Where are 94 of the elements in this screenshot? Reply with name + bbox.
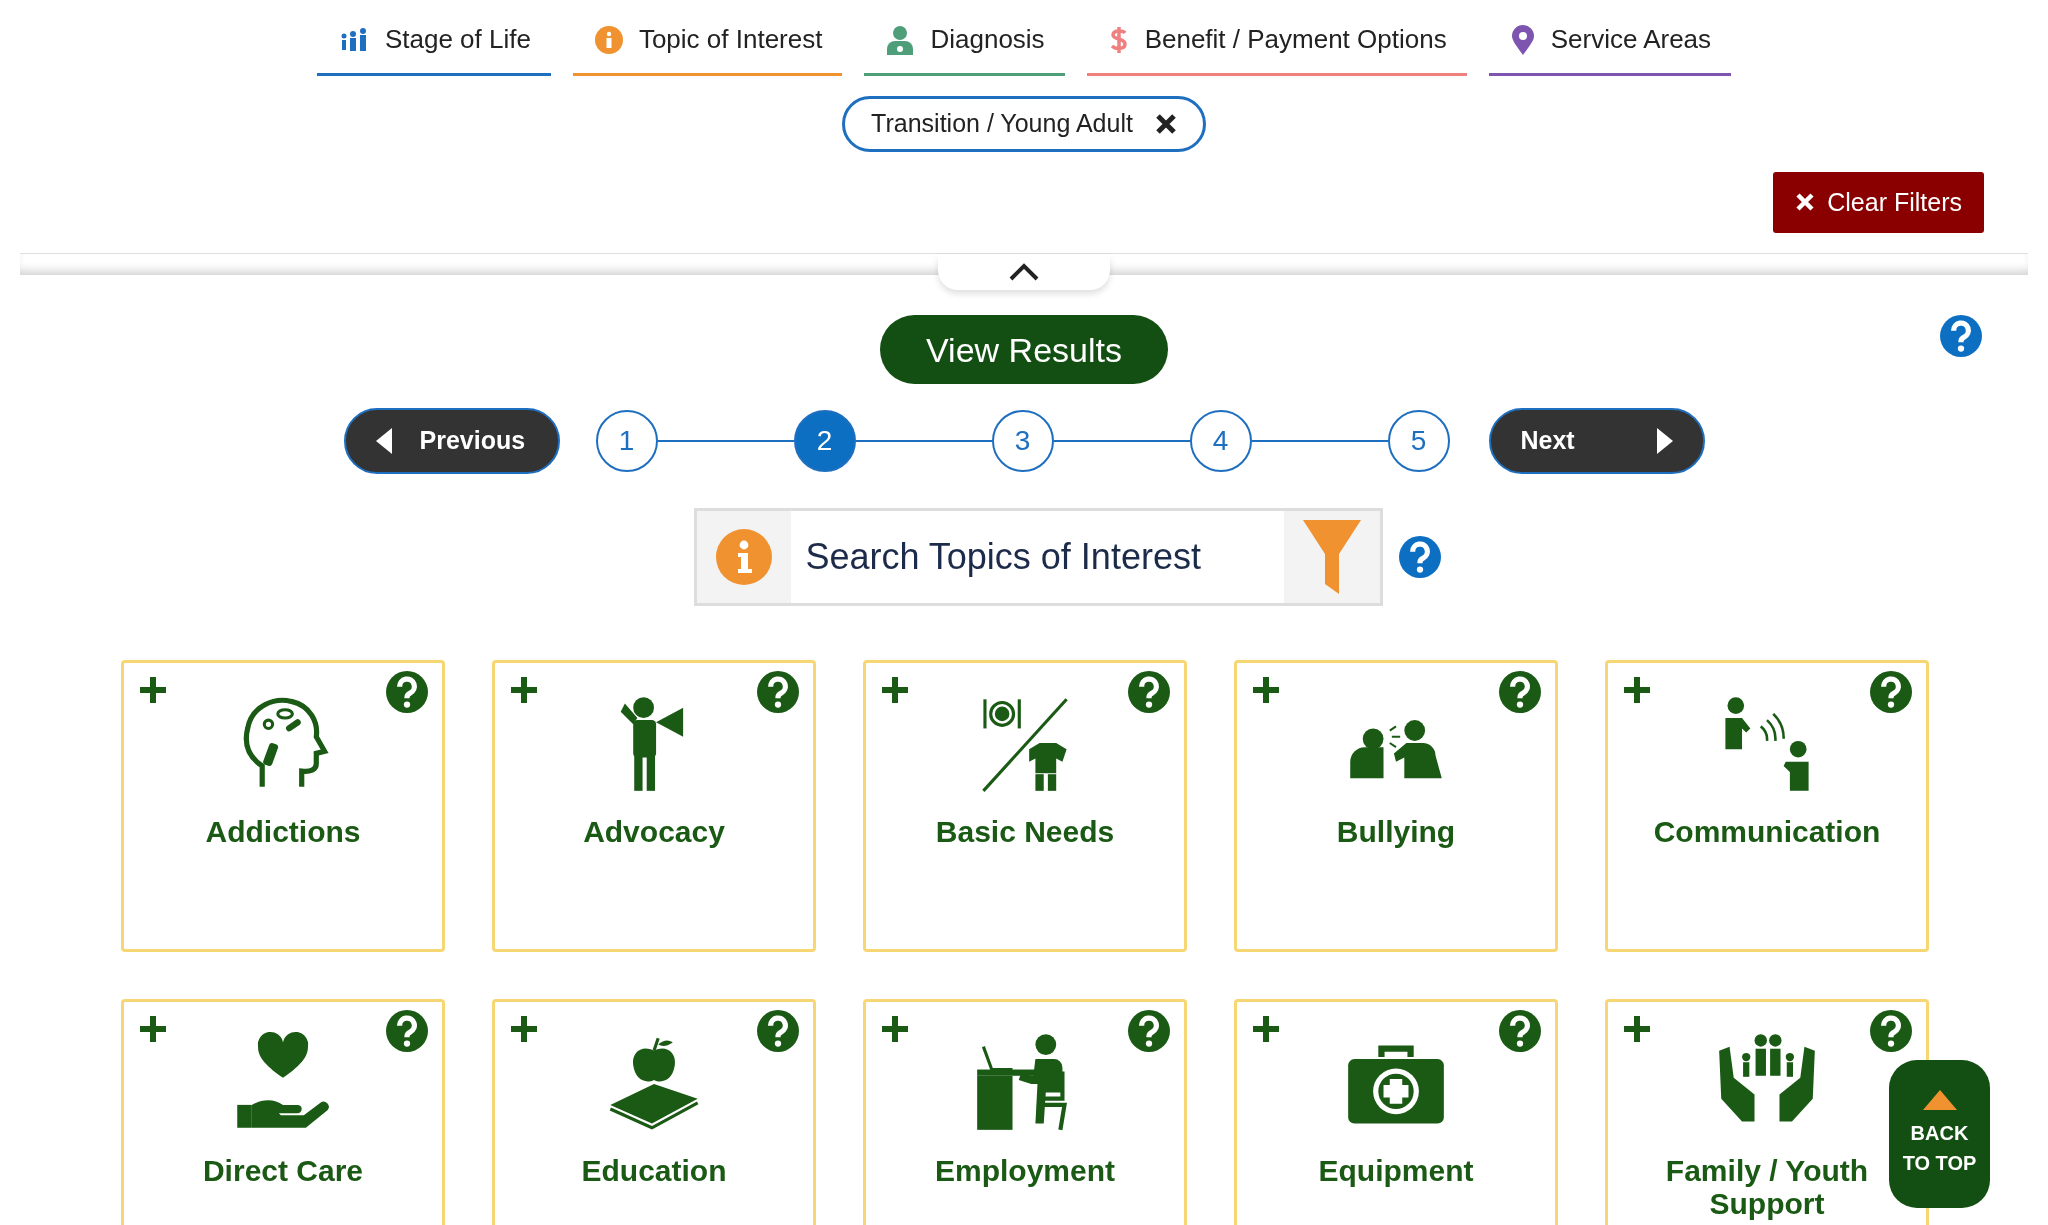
topic-title: Direct Care	[202, 1154, 364, 1187]
plus-icon	[509, 675, 539, 705]
help-icon	[1499, 671, 1541, 713]
help-button[interactable]	[1128, 1010, 1170, 1052]
collapse-button[interactable]	[938, 254, 1110, 290]
plus-icon	[138, 675, 168, 705]
topic-title: Employment	[935, 1154, 1115, 1187]
help-icon	[1870, 671, 1912, 713]
help-button[interactable]	[1128, 671, 1170, 713]
help-button[interactable]	[1870, 671, 1912, 713]
topic-card[interactable]: Bullying	[1234, 660, 1558, 952]
add-button[interactable]	[509, 1014, 539, 1044]
add-button[interactable]	[1622, 1014, 1652, 1044]
add-button[interactable]	[138, 675, 168, 705]
help-icon	[1940, 315, 1982, 357]
add-button[interactable]	[880, 675, 910, 705]
plus-icon	[1622, 675, 1652, 705]
plus-icon	[1622, 1014, 1652, 1044]
topic-title: Addictions	[205, 815, 361, 848]
help-icon	[386, 1010, 428, 1052]
add-button[interactable]	[138, 1014, 168, 1044]
help-button[interactable]	[1398, 536, 1441, 578]
plus-icon	[1251, 1014, 1281, 1044]
topic-card[interactable]: Direct Care	[121, 999, 445, 1225]
help-icon	[1499, 1010, 1541, 1052]
filter-tab[interactable]: Topic of Interest	[572, 20, 843, 76]
help-button[interactable]	[1499, 1010, 1541, 1052]
caret-left-icon	[375, 428, 392, 454]
help-button[interactable]	[1870, 1010, 1912, 1052]
caret-right-icon	[1656, 428, 1673, 454]
topic-card[interactable]: Employment	[863, 999, 1187, 1225]
topic-title: Basic Needs	[935, 815, 1115, 848]
topic-title: Advocacy	[583, 815, 725, 848]
topic-card[interactable]: Addictions	[121, 660, 445, 952]
filter-tab[interactable]: Stage of Life	[316, 20, 551, 76]
search-field[interactable]: Search Topics of Interest	[693, 508, 1383, 606]
help-icon	[757, 671, 799, 713]
step-button[interactable]: 1	[595, 410, 658, 472]
filter-tab[interactable]: Diagnosis	[864, 20, 1065, 76]
back-to-top-button[interactable]: BACK TO TOP	[1889, 1060, 1990, 1208]
topic-card[interactable]: Communication	[1605, 660, 1929, 952]
help-icon	[757, 1010, 799, 1052]
add-button[interactable]	[880, 1014, 910, 1044]
close-icon	[1154, 112, 1177, 135]
topic-title: Communication	[1653, 815, 1881, 848]
plus-icon	[509, 1014, 539, 1044]
topic-title: Equipment	[1318, 1154, 1474, 1187]
topic-title: Bullying	[1336, 815, 1456, 848]
help-button[interactable]	[1940, 315, 1982, 357]
plus-icon	[1251, 675, 1281, 705]
help-button[interactable]	[757, 1010, 799, 1052]
help-icon	[1870, 1010, 1912, 1052]
step-button[interactable]: 4	[1189, 410, 1252, 472]
info-icon	[715, 529, 772, 585]
help-icon	[1398, 536, 1441, 578]
topic-card[interactable]: Advocacy	[492, 660, 816, 952]
filter-tab[interactable]: Service Areas	[1488, 20, 1732, 76]
plus-icon	[138, 1014, 168, 1044]
chevron-up-icon	[1008, 262, 1040, 282]
topic-title: Education	[581, 1154, 727, 1187]
add-button[interactable]	[1622, 675, 1652, 705]
topic-card[interactable]: Education	[492, 999, 816, 1225]
help-button[interactable]	[1499, 671, 1541, 713]
funnel-icon	[1302, 520, 1361, 594]
help-icon	[1128, 1010, 1170, 1052]
clear-filters-button[interactable]: Clear Filters	[1773, 171, 1984, 233]
help-button[interactable]	[386, 1010, 428, 1052]
plus-icon	[880, 675, 910, 705]
close-icon	[1795, 192, 1816, 213]
dollar-icon	[1108, 24, 1129, 55]
help-icon	[386, 671, 428, 713]
view-results-button[interactable]: View Results	[880, 315, 1168, 384]
plus-icon	[880, 1014, 910, 1044]
topic-title: Family / Youth Support	[1664, 1154, 1870, 1220]
help-button[interactable]	[757, 671, 799, 713]
step-button[interactable]: 3	[991, 410, 1054, 472]
remove-filter-button[interactable]	[1154, 112, 1177, 135]
previous-button[interactable]: Previous	[343, 408, 560, 474]
help-button[interactable]	[386, 671, 428, 713]
add-button[interactable]	[1251, 1014, 1281, 1044]
step-button[interactable]: 2	[793, 410, 856, 472]
location-pin-icon	[1510, 24, 1535, 55]
next-button[interactable]: Next	[1488, 408, 1705, 474]
info-icon	[594, 25, 623, 54]
caret-up-icon	[1922, 1090, 1957, 1110]
topic-card[interactable]: Basic Needs	[863, 660, 1187, 952]
add-button[interactable]	[1251, 675, 1281, 705]
doctor-icon	[886, 24, 915, 55]
filter-tab[interactable]: Benefit / Payment Options	[1086, 20, 1467, 76]
step-button[interactable]: 5	[1387, 410, 1450, 472]
help-icon	[1128, 671, 1170, 713]
add-button[interactable]	[509, 675, 539, 705]
chip-label: Transition / Young Adult	[871, 108, 1133, 139]
topic-card[interactable]: Equipment	[1234, 999, 1558, 1225]
